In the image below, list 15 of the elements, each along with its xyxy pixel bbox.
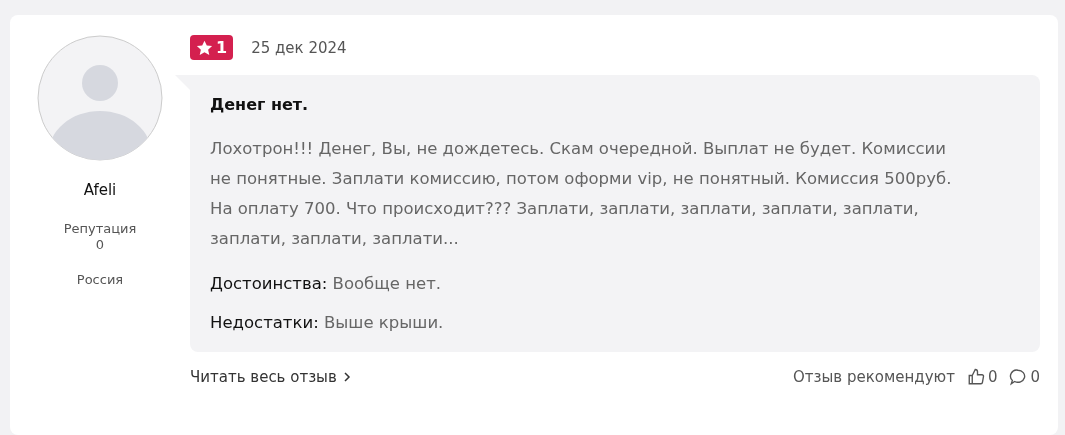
- review-title: Денег нет.: [210, 95, 310, 114]
- read-more-link[interactable]: Читать весь отзыв: [190, 368, 351, 386]
- reputation-label: Репутация: [63, 221, 137, 236]
- rating-badge: 1: [190, 35, 234, 60]
- review-text: Лохотрон!!! Денег, Вы, не дождетесь. Скам очередной. Выплат не будет. Комиссии не понятные. Заплати комиссию, потом оформи vip, не понятный. Комиссия 500руб. На оплату 700. Что происходит??? Заплати, заплати, заплати, заплати, заплати, заплати, заплати, заплати...: [210, 138, 953, 250]
- review-date: 25 дек 2024: [251, 38, 347, 57]
- author-name: Afeli: [83, 181, 117, 199]
- review-point: Недостатки: Выше крыши.: [210, 313, 445, 332]
- author-country: Россия: [76, 272, 124, 287]
- chevron-icon: [342, 372, 351, 382]
- comment-button[interactable]: 0: [1009, 368, 1040, 386]
- reputation-value: 0: [95, 237, 105, 252]
- like-button[interactable]: 0: [966, 368, 998, 386]
- recommend-label: Отзыв рекомендуют: [792, 368, 955, 386]
- review-point: Достоинства: Вообще нет.: [210, 274, 443, 293]
